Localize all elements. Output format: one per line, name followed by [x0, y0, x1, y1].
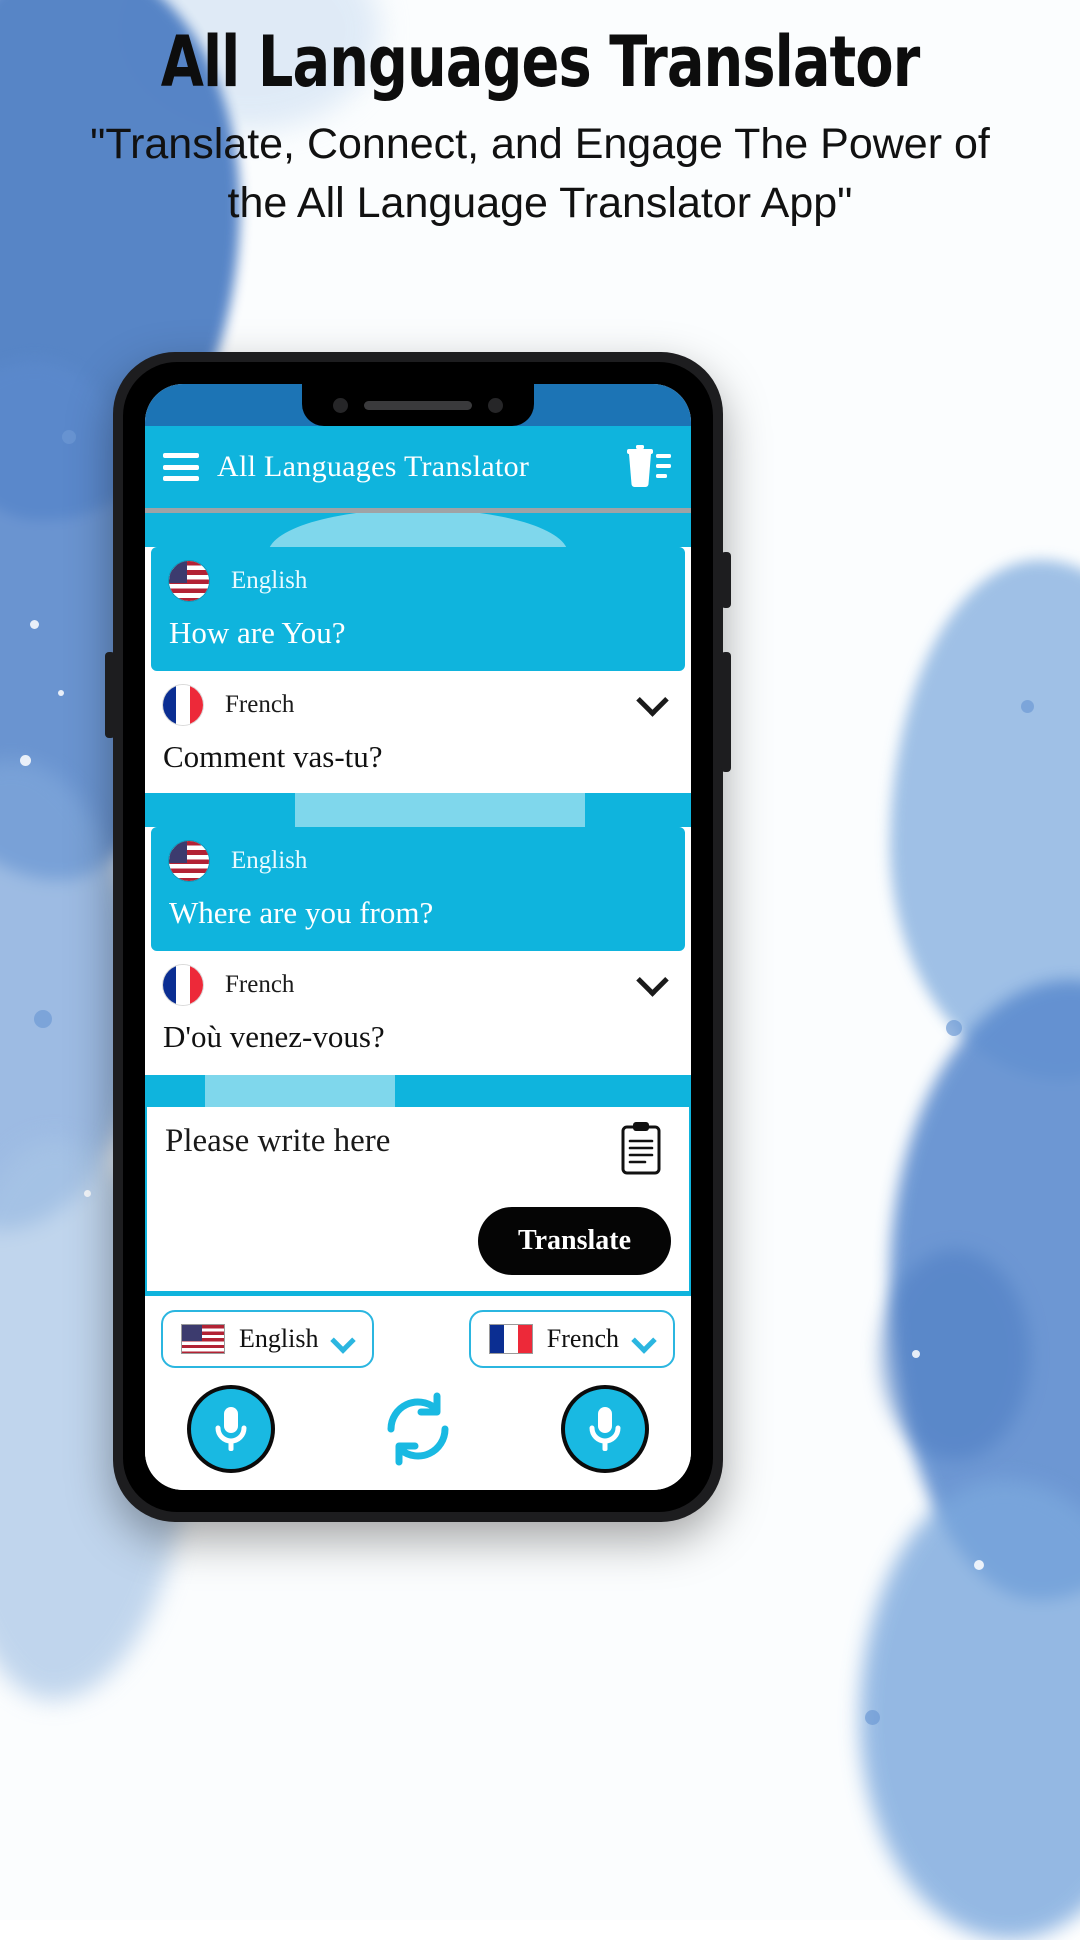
source-language-value: English — [239, 1324, 319, 1353]
bg-blob — [880, 1250, 1030, 1460]
band-highlight — [205, 1075, 395, 1107]
source-text-card[interactable]: English Where are you from? — [151, 827, 685, 951]
fr-flag-icon — [488, 1324, 533, 1354]
source-microphone-button[interactable] — [187, 1385, 275, 1473]
phone-bezel: All Languages Translator English How are… — [123, 362, 713, 1512]
bg-droplet — [62, 430, 76, 444]
input-zone: Please write here Translate — [145, 1075, 691, 1293]
bg-speck — [974, 1560, 984, 1570]
target-language-selector[interactable]: French — [468, 1310, 675, 1368]
translation-history-list[interactable]: English How are You? French Comment vas-… — [145, 513, 691, 1075]
target-text: Comment vas-tu? — [163, 739, 383, 774]
band-highlight — [268, 513, 568, 547]
us-flag-icon — [169, 561, 209, 601]
source-language-label: English — [231, 847, 308, 874]
target-language-row: French — [163, 685, 673, 725]
bg-speck — [84, 1190, 91, 1197]
phone-button-left — [105, 652, 115, 738]
phone-button-right — [721, 652, 731, 772]
target-language-value: French — [546, 1324, 619, 1353]
text-input-container[interactable]: Please write here Translate — [145, 1107, 691, 1293]
fr-flag-icon — [163, 965, 203, 1005]
bg-droplet — [946, 1020, 962, 1036]
bottom-bar: English French — [145, 1293, 691, 1490]
bg-droplet — [1021, 700, 1034, 713]
app-screen: All Languages Translator English How are… — [145, 384, 691, 1490]
target-language-label: French — [225, 971, 295, 998]
front-camera-icon — [333, 397, 348, 413]
fr-flag-icon — [163, 685, 203, 725]
clipboard-icon[interactable] — [617, 1121, 665, 1177]
bg-speck — [912, 1350, 920, 1358]
chevron-down-icon[interactable] — [639, 969, 669, 987]
translation-pair: English How are You? French Comment vas-… — [145, 547, 691, 793]
search-input[interactable]: Please write here — [165, 1123, 671, 1160]
input-separator-band — [145, 1075, 691, 1107]
source-language-row: English — [169, 841, 667, 881]
earpiece-speaker — [364, 400, 472, 410]
hamburger-menu-icon[interactable] — [163, 453, 199, 481]
target-text: D'où venez-vous? — [163, 1019, 385, 1054]
us-flag-icon — [181, 1324, 225, 1354]
target-language-row: French — [163, 965, 673, 1005]
source-language-selector[interactable]: English — [161, 1310, 375, 1368]
microphone-row — [145, 1374, 691, 1490]
chevron-down-icon[interactable] — [332, 1332, 354, 1346]
source-language-label: English — [231, 567, 308, 594]
translate-button[interactable]: Translate — [477, 1207, 671, 1275]
target-microphone-button[interactable] — [561, 1385, 649, 1473]
bg-droplet — [34, 1010, 52, 1028]
source-text: How are You? — [169, 615, 346, 650]
bg-droplet — [865, 1710, 880, 1725]
language-selector-row: English French — [145, 1296, 691, 1374]
target-text-card[interactable]: French D'où venez-vous? — [145, 951, 691, 1073]
trash-list-icon[interactable] — [621, 444, 673, 490]
source-text-card[interactable]: English How are You? — [151, 547, 685, 671]
target-language-label: French — [225, 691, 295, 718]
chevron-down-icon[interactable] — [633, 1332, 655, 1346]
bg-speck — [58, 690, 64, 696]
band-highlight — [295, 793, 585, 827]
phone-notch — [302, 384, 534, 426]
card-separator-band — [145, 513, 691, 547]
phone-button-right — [721, 552, 731, 608]
swap-arrows-icon[interactable] — [371, 1382, 465, 1476]
phone-mockup: All Languages Translator English How are… — [105, 352, 731, 1522]
promo-subtitle: "Translate, Connect, and Engage The Powe… — [90, 120, 990, 228]
app-bar: All Languages Translator — [145, 426, 691, 508]
source-text: Where are you from? — [169, 895, 434, 930]
sensor-icon — [488, 397, 503, 413]
us-flag-icon — [169, 841, 209, 881]
target-text-card[interactable]: French Comment vas-tu? — [145, 671, 691, 793]
app-bar-title: All Languages Translator — [217, 450, 530, 483]
bg-speck — [30, 620, 39, 629]
card-separator-band — [145, 793, 691, 827]
page-title: All Languages Translator — [160, 21, 921, 104]
source-language-row: English — [169, 561, 667, 601]
translation-pair: English Where are you from? French D'où … — [145, 827, 691, 1075]
bg-blob — [860, 1480, 1080, 1940]
bg-speck — [20, 755, 31, 766]
chevron-down-icon[interactable] — [639, 689, 669, 707]
promo-header: All Languages Translator "Translate, Con… — [0, 21, 1080, 234]
